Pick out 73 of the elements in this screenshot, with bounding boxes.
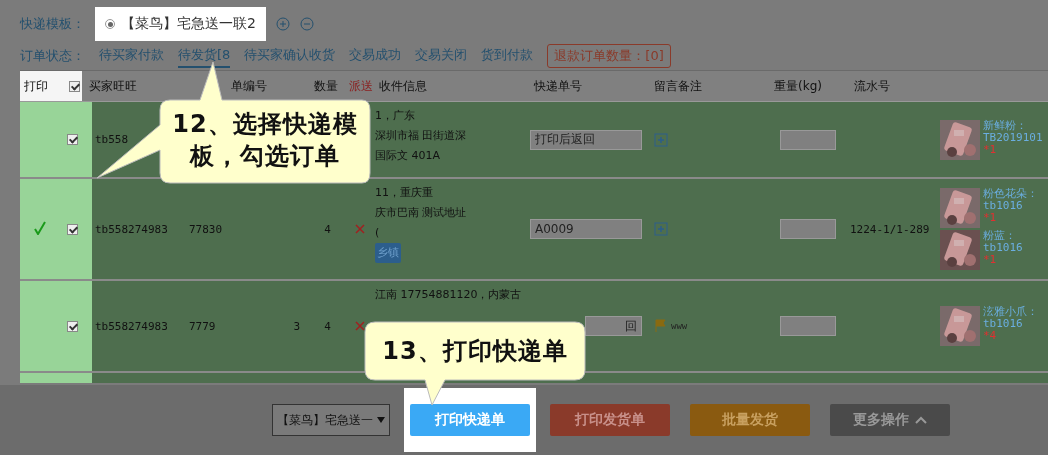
- column-header: 单编号: [231, 78, 267, 93]
- status-tab[interactable]: 交易关闭: [415, 44, 468, 68]
- product-name[interactable]: 新鲜粉：: [983, 119, 1043, 132]
- column-header: 打印: [24, 78, 48, 93]
- refund-count-badge[interactable]: 退款订单数量：[0]: [547, 44, 671, 68]
- weight-field[interactable]: [780, 316, 836, 336]
- column-header: 重量(kg): [774, 78, 822, 93]
- product-count: *1: [983, 212, 998, 224]
- product-code: tb1016: [983, 318, 1024, 330]
- column-header: 流水号: [854, 78, 890, 93]
- action-button[interactable]: 批量发货: [690, 404, 810, 436]
- note-text: www: [671, 321, 688, 331]
- order-number: 7779: [189, 319, 216, 333]
- template-dropdown[interactable]: 【菜鸟】宅急送一: [272, 404, 390, 436]
- quantity: 4: [324, 222, 331, 236]
- action-button[interactable]: 打印发货单: [550, 404, 670, 436]
- add-icon[interactable]: [275, 17, 290, 31]
- template-label: 快递模板：: [20, 15, 85, 33]
- address-line: 深圳市福 田街道深: [375, 128, 467, 144]
- address-line: 1，广东: [375, 108, 415, 124]
- caret-icon: [377, 417, 385, 423]
- product-code: tb1016: [983, 200, 1024, 212]
- buyer-id: tb558274983: [94, 319, 169, 333]
- product-count: *4: [983, 330, 998, 342]
- tracking-number-field[interactable]: A0009: [530, 219, 642, 239]
- column-header: 数量: [314, 78, 338, 93]
- row-checkbox[interactable]: [67, 320, 78, 332]
- column-header: 快递单号: [534, 78, 582, 93]
- tracking-number-field[interactable]: 打印后返回: [530, 129, 642, 150]
- weight-field[interactable]: [780, 219, 836, 239]
- callout-text: 13、打印快递单: [381, 336, 569, 367]
- town-tag: 乡镇: [375, 243, 401, 263]
- serial-number: 1224-1/1-289: [850, 222, 930, 236]
- add-note-icon[interactable]: [654, 132, 668, 147]
- status-tab[interactable]: 待买家付款: [99, 44, 164, 68]
- status-label: 订单状态：: [20, 47, 85, 65]
- print-button[interactable]: 打印快递单: [410, 404, 530, 436]
- column-header: 留言备注: [654, 78, 702, 93]
- weight-field[interactable]: [780, 129, 836, 150]
- address-line: 江南 17754881120，内蒙古: [375, 287, 522, 303]
- select-all-checkbox[interactable]: [69, 80, 80, 92]
- address-line: 11，重庆重: [375, 185, 433, 201]
- flag-icon[interactable]: [654, 319, 668, 333]
- buyer-id: tb558: [94, 133, 130, 146]
- status-tab[interactable]: 待买家确认收货: [244, 44, 336, 68]
- add-note-icon[interactable]: [654, 222, 668, 236]
- status-tab[interactable]: 货到付款: [481, 44, 534, 68]
- column-header: 收件信息: [379, 78, 427, 93]
- tracking-number-field[interactable]: 回: [585, 316, 642, 336]
- column-header: 派送: [349, 78, 373, 93]
- address-line: 庆市巴南 测试地址: [375, 205, 467, 221]
- status-tab[interactable]: 交易成功: [349, 44, 402, 68]
- remove-icon[interactable]: [299, 17, 314, 31]
- address-line: (: [375, 225, 380, 241]
- row-checkbox[interactable]: [67, 134, 78, 145]
- product-name[interactable]: 泫雅小爪：: [983, 306, 1038, 318]
- radio-button[interactable]: [105, 19, 115, 29]
- product-name[interactable]: 粉蓝：: [983, 230, 1023, 242]
- address-line: 国际文 401A: [375, 148, 441, 164]
- row-checkbox[interactable]: [67, 223, 78, 235]
- product-code: tb1016: [983, 242, 1023, 254]
- product-name[interactable]: 粉色花朵：: [983, 188, 1038, 200]
- callout-text: 12、选择快递模板，勾选订单: [171, 109, 359, 172]
- table-cell: 3: [293, 319, 300, 333]
- column-header: 买家旺旺: [89, 78, 137, 93]
- quantity: 4: [324, 319, 331, 333]
- chevron-up-icon: [915, 416, 927, 424]
- action-button[interactable]: 更多操作: [830, 404, 950, 436]
- product-count: *1: [983, 143, 998, 156]
- product-count: *1: [983, 254, 998, 266]
- buyer-id: tb558274983: [94, 222, 169, 236]
- product-code: TB2019101: [983, 131, 1043, 144]
- order-number: 77830: [189, 222, 223, 236]
